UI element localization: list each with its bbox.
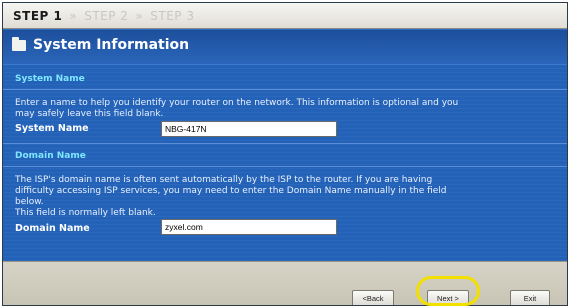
wizard-window: STEP 1» STEP 2» STEP 3 System Information …	[2, 2, 568, 306]
domain-name-input[interactable]: zyxel.com	[161, 219, 337, 235]
next-button[interactable]: Next >	[427, 290, 469, 305]
folder-icon	[12, 37, 26, 51]
step-separator: »	[135, 9, 144, 23]
domain-name-description: The ISP's domain name is often sent auto…	[15, 175, 447, 218]
section-divider	[3, 166, 567, 167]
system-name-heading: System Name	[15, 74, 85, 84]
system-name-input[interactable]: NBG-417N	[161, 121, 337, 137]
domain-name-heading: Domain Name	[15, 151, 86, 161]
step-2: STEP 2	[84, 9, 129, 23]
page-header: System Information	[3, 30, 567, 65]
page-title: System Information	[33, 37, 190, 53]
step-3: STEP 3	[150, 9, 195, 23]
exit-button[interactable]: Exit	[510, 290, 550, 305]
step-1: STEP 1	[13, 9, 63, 23]
system-name-label: System Name	[15, 123, 89, 134]
step-separator: »	[69, 9, 78, 23]
system-name-description: Enter a name to help you identify your r…	[15, 98, 459, 119]
section-divider	[3, 143, 567, 144]
step-indicator: STEP 1 » STEP 2 » STEP 3	[3, 3, 567, 29]
wizard-footer: <Back Next > Exit	[3, 261, 567, 305]
domain-name-label: Domain Name	[15, 223, 90, 234]
back-button[interactable]: <Back	[352, 290, 394, 305]
section-divider	[3, 89, 567, 90]
